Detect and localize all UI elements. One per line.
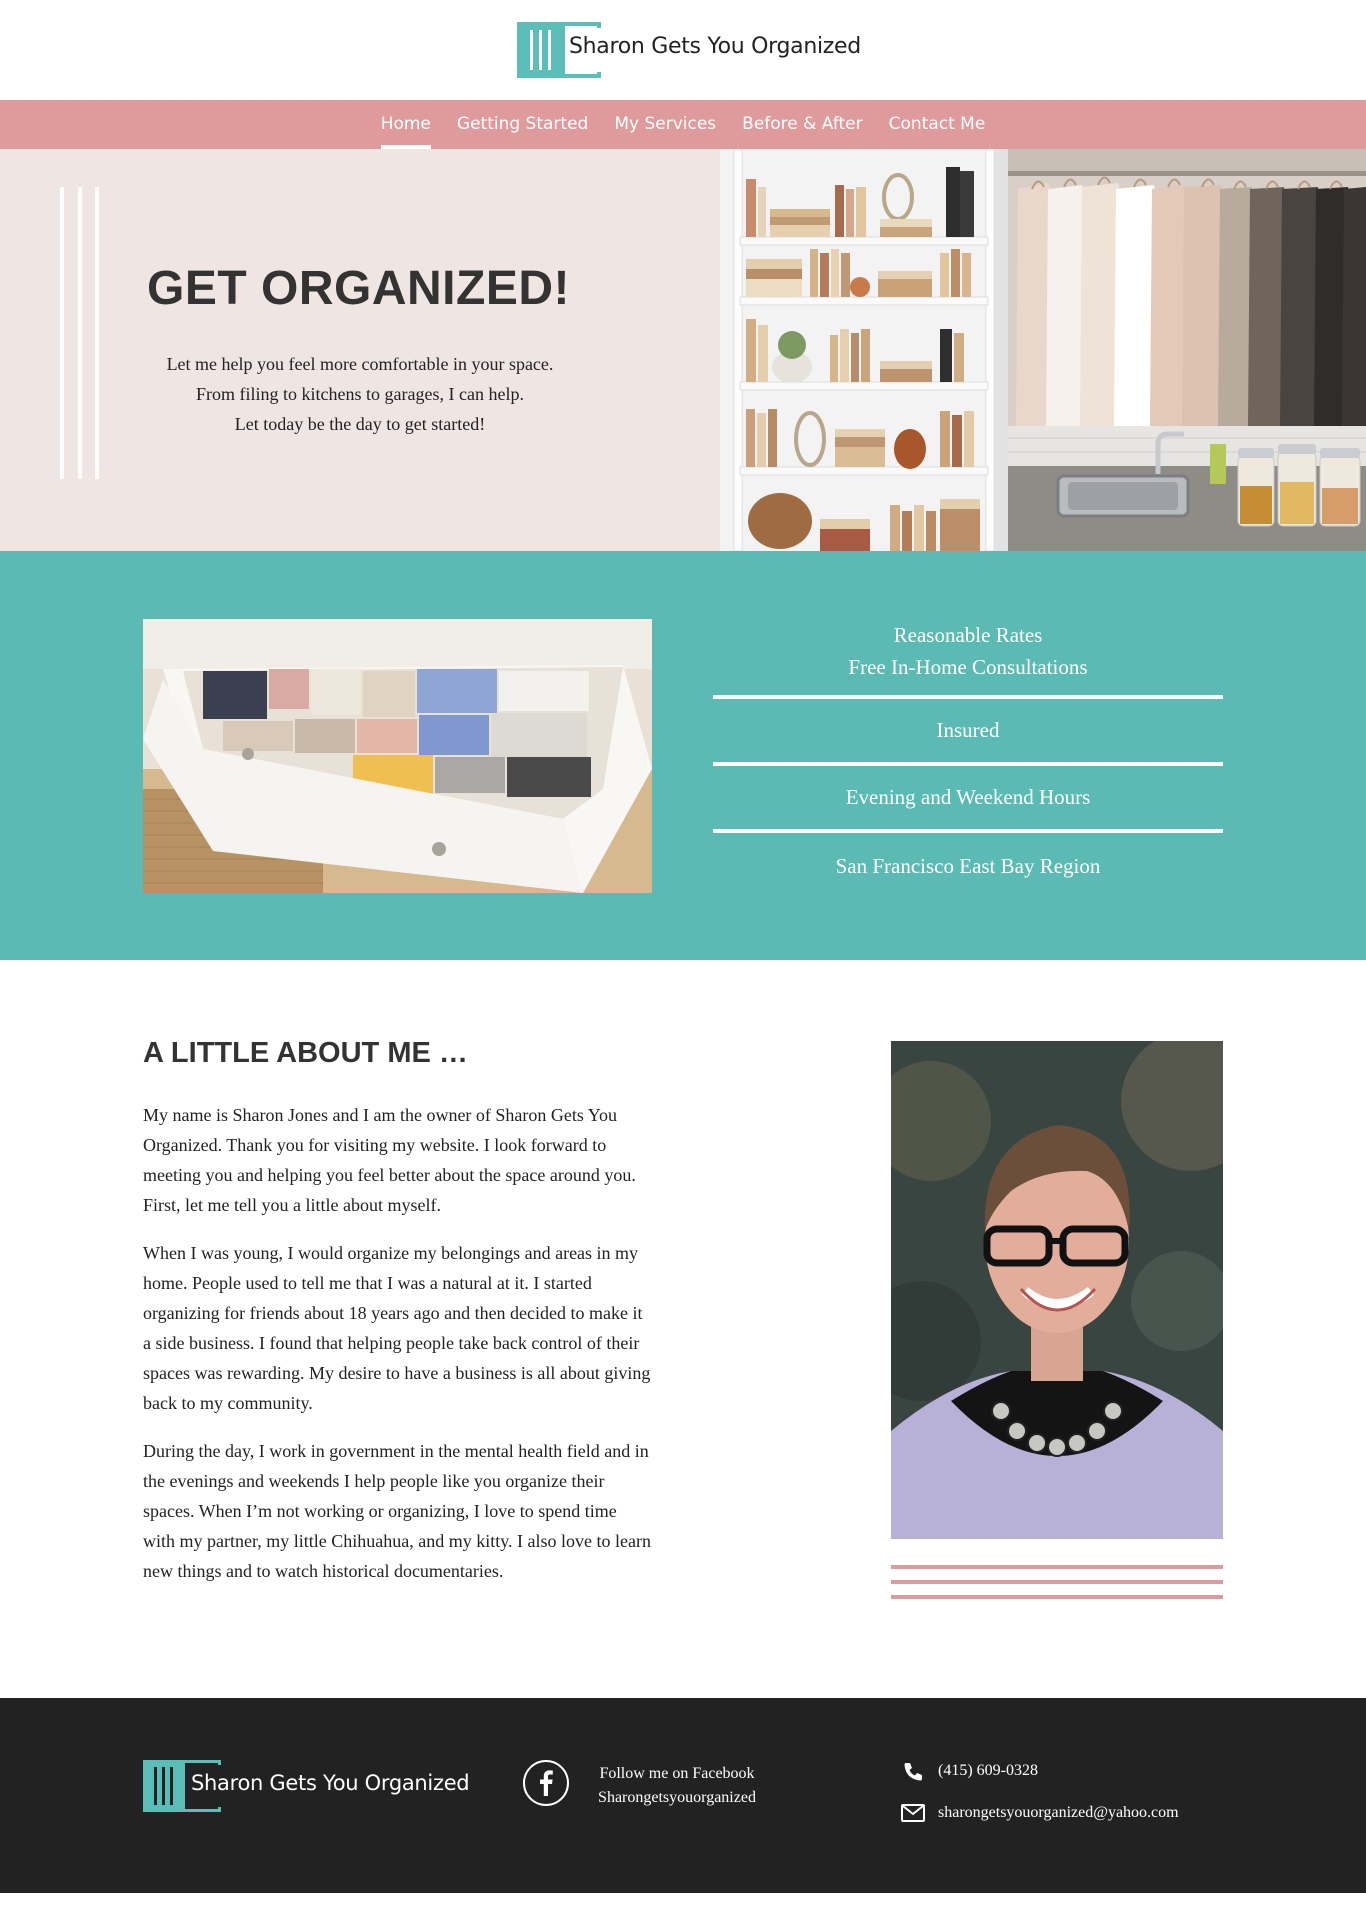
email-icon xyxy=(901,1804,925,1822)
facebook-link[interactable]: Follow me on Facebook Sharongetsyouorgan… xyxy=(585,1762,769,1810)
site-logo[interactable]: Sharon Gets You Organized xyxy=(517,22,861,78)
kitchen-image xyxy=(1008,426,1366,551)
feature-item: Evening and Weekend Hours xyxy=(845,785,1091,809)
about-body: My name is Sharon Jones and I am the own… xyxy=(143,1100,653,1604)
facebook-line: Follow me on Facebook xyxy=(599,1765,755,1782)
phone-contact[interactable]: (415) 609-0328 xyxy=(900,1760,1038,1782)
hero-line: Let today be the day to get started! xyxy=(234,414,486,434)
feature-item: Insured xyxy=(936,718,1000,742)
logo-mark-icon: Sharon Gets You Organized xyxy=(517,22,861,78)
drawer-image xyxy=(143,619,652,893)
about-paragraph: My name is Sharon Jones and I am the own… xyxy=(143,1105,636,1215)
hero-line: From filing to kitchens to garages, I ca… xyxy=(196,384,524,404)
closet-image xyxy=(1008,149,1366,426)
portrait-photo xyxy=(891,1041,1223,1539)
features-list: Reasonable Rates Free In-Home Consultati… xyxy=(713,615,1223,899)
main-nav: Home Getting Started My Services Before … xyxy=(0,100,1366,149)
nav-item-home[interactable]: Home xyxy=(368,100,444,149)
site-header: Sharon Gets You Organized xyxy=(0,0,1366,100)
feature-item: Free In-Home Consultations xyxy=(848,655,1088,679)
footer-logo-text: Sharon Gets You Organized xyxy=(191,1771,470,1795)
decorative-pink-lines xyxy=(891,1565,1223,1610)
nav-item-getting-started[interactable]: Getting Started xyxy=(444,100,601,149)
bookshelf-image xyxy=(720,149,1008,551)
feature-item: Reasonable Rates xyxy=(893,623,1043,647)
about-paragraph: When I was young, I would organize my be… xyxy=(143,1243,651,1413)
nav-item-my-services[interactable]: My Services xyxy=(601,100,729,149)
feature-item: San Francisco East Bay Region xyxy=(835,854,1101,878)
site-footer: Sharon Gets You Organized Follow me on F… xyxy=(0,1698,1366,1893)
phone-icon xyxy=(904,1763,922,1781)
hero-title: GET ORGANIZED! xyxy=(147,262,570,315)
email-address: sharongetsyouorganized@yahoo.com xyxy=(938,1804,1179,1821)
nav-item-contact-me[interactable]: Contact Me xyxy=(876,100,999,149)
logo-text: Sharon Gets You Organized xyxy=(569,34,861,59)
about-title: A LITTLE ABOUT ME … xyxy=(143,1037,468,1069)
facebook-handle: Sharongetsyouorganized xyxy=(598,1789,756,1806)
about-paragraph: During the day, I work in government in … xyxy=(143,1441,652,1581)
nav-item-before-after[interactable]: Before & After xyxy=(729,100,875,149)
hero-decorative-lines xyxy=(60,187,100,479)
hero-text: Let me help you feel more comfortable in… xyxy=(120,349,600,439)
phone-number: (415) 609-0328 xyxy=(938,1762,1038,1779)
email-contact[interactable]: sharongetsyouorganized@yahoo.com xyxy=(900,1802,1179,1824)
hero-line: Let me help you feel more comfortable in… xyxy=(166,354,554,374)
facebook-icon[interactable] xyxy=(523,1760,569,1806)
